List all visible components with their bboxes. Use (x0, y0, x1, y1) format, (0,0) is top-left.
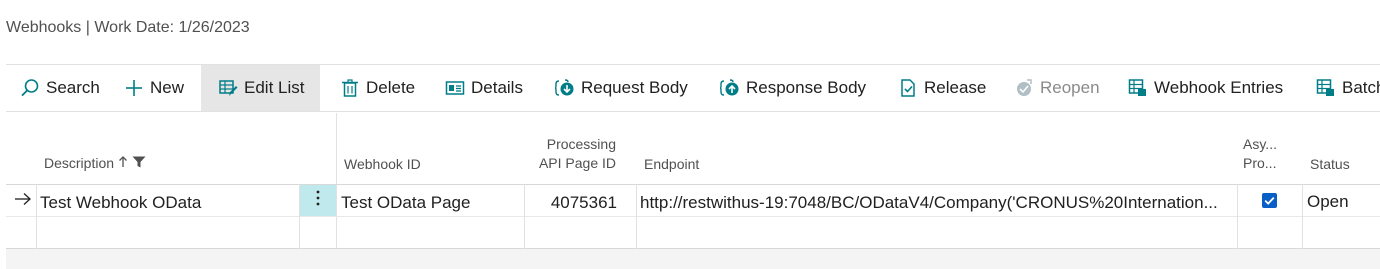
request-body-label: Request Body (581, 78, 688, 97)
current-row-arrow-icon (14, 191, 34, 212)
response-body-button[interactable]: Response Body (720, 65, 866, 111)
grid-footer (6, 249, 1380, 269)
response-body-icon (720, 78, 740, 98)
webhook-id-cell[interactable]: Test OData Page (341, 193, 521, 213)
sort-ascending-icon (118, 155, 132, 171)
search-icon (20, 78, 40, 98)
webhook-entries-button[interactable]: Webhook Entries (1128, 65, 1283, 111)
empty-row[interactable] (6, 217, 1380, 248)
edit-list-icon (218, 78, 238, 98)
release-document-icon (898, 78, 918, 98)
column-header-webhook-id[interactable]: Webhook ID (344, 155, 421, 174)
webhook-entries-label: Webhook Entries (1154, 78, 1284, 97)
search-label: Search (46, 78, 100, 97)
column-header-endpoint[interactable]: Endpoint (644, 155, 699, 174)
async-processing-checkbox[interactable] (1262, 193, 1277, 208)
release-label: Release (924, 78, 987, 97)
row-actions-button[interactable] (300, 185, 336, 216)
status-cell[interactable]: Open (1307, 192, 1377, 212)
new-label: New (150, 78, 185, 97)
search-button[interactable]: Search (20, 65, 100, 111)
batch-icon (1316, 78, 1336, 98)
page-title: Webhooks | Work Date: 1/26/2023 (6, 19, 250, 36)
delete-label: Delete (366, 78, 416, 97)
more-options-icon (316, 190, 320, 211)
filter-icon (132, 155, 146, 171)
delete-button[interactable]: Delete (340, 65, 415, 111)
edit-list-button[interactable]: Edit List (201, 65, 320, 111)
webhooks-grid: Description Webhook ID Processing API Pa… (0, 113, 1380, 269)
trash-icon (340, 78, 360, 98)
edit-list-label: Edit List (244, 78, 305, 97)
new-button[interactable]: New (124, 65, 184, 111)
response-body-label: Response Body (746, 78, 867, 97)
reopen-icon (1014, 78, 1034, 98)
column-header-processing-api-page-id[interactable]: Processing API Page ID (524, 135, 616, 173)
action-bar: Search New Edit List Delete Details Requ… (6, 64, 1380, 112)
plus-icon (124, 78, 144, 98)
details-icon (445, 78, 465, 98)
batch-button[interactable]: Batch (1316, 65, 1380, 111)
endpoint-cell[interactable]: http://restwithus-19:7048/BC/ODataV4/Com… (640, 193, 1234, 213)
reopen-button[interactable]: Reopen (1014, 65, 1100, 111)
details-label: Details (471, 78, 523, 97)
column-header-description[interactable]: Description (44, 154, 146, 173)
processing-api-page-id-cell[interactable]: 4075361 (528, 193, 617, 213)
webhook-entries-icon (1128, 78, 1148, 98)
description-cell[interactable]: Test Webhook OData (40, 193, 295, 213)
details-button[interactable]: Details (445, 65, 523, 111)
release-button[interactable]: Release (898, 65, 986, 111)
request-body-button[interactable]: Request Body (555, 65, 688, 111)
column-header-async-processing[interactable]: Asy... Pro... (1243, 135, 1277, 173)
column-header-status[interactable]: Status (1310, 155, 1350, 174)
request-body-icon (555, 78, 575, 98)
batch-label: Batch (1342, 78, 1380, 97)
reopen-label: Reopen (1040, 78, 1100, 97)
